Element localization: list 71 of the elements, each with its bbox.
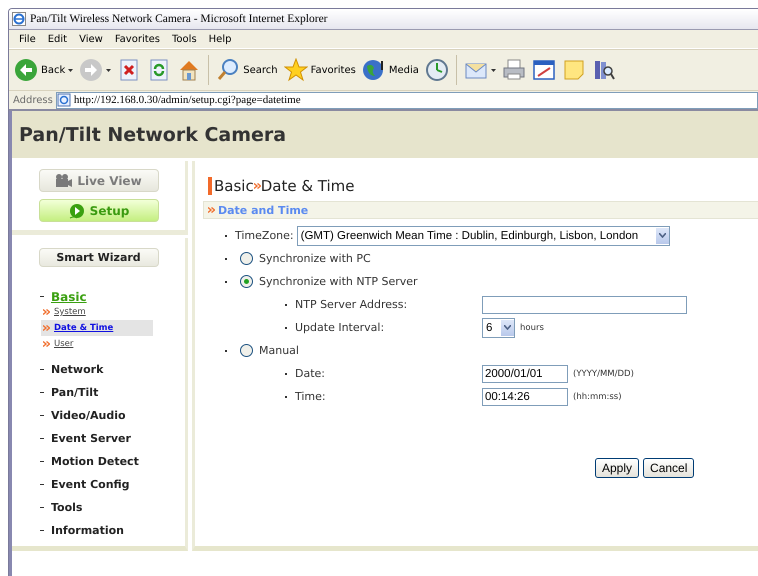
option-label: Synchronize with NTP Server xyxy=(259,275,418,288)
history-clock-icon xyxy=(424,58,449,82)
nav-link[interactable]: Motion Detect xyxy=(51,455,139,468)
nav-link[interactable]: Pan/Tilt xyxy=(51,386,98,399)
accent-bar xyxy=(208,177,212,195)
menu-item[interactable]: Help xyxy=(202,34,238,44)
chevrons-icon xyxy=(254,183,261,189)
caret-icon xyxy=(490,68,496,72)
printer-icon xyxy=(502,58,526,82)
unit-label: hours xyxy=(520,322,544,332)
caret-icon xyxy=(68,68,74,72)
play-circle-icon xyxy=(68,202,86,218)
input-field[interactable]: 2000/01/01 xyxy=(482,364,568,382)
input-field[interactable]: 00:14:26 xyxy=(482,388,568,406)
menu-item[interactable]: File xyxy=(13,34,42,44)
note-icon xyxy=(562,58,586,82)
camera-icon xyxy=(55,172,74,188)
address-field[interactable]: http://192.168.0.30/admin/setup.cgi?page=datetime xyxy=(56,92,758,108)
interval-select[interactable]: 6 xyxy=(482,318,515,338)
smart-wizard-button[interactable]: Smart Wizard xyxy=(38,248,158,267)
option-label: Synchronize with PC xyxy=(259,252,371,265)
subnav-link[interactable]: System xyxy=(41,304,153,320)
breadcrumb-section: Basic xyxy=(214,177,254,195)
option-label: Manual xyxy=(259,344,299,357)
subnav-link[interactable]: Date & Time xyxy=(41,320,153,336)
radio-button[interactable] xyxy=(240,344,253,357)
search-button[interactable]: Search xyxy=(214,54,280,86)
section-header: Date and Time xyxy=(218,204,308,216)
media-button[interactable]: Media xyxy=(360,54,421,86)
nav-link[interactable]: Information xyxy=(51,524,124,537)
radio-button[interactable] xyxy=(240,252,253,265)
timezone-select[interactable]: (GMT) Greenwich Mean Time : Dublin, Edinburgh, Lisbon, London xyxy=(296,226,670,246)
star-icon xyxy=(284,58,308,82)
chevrons-icon xyxy=(43,325,50,331)
cancel-button[interactable]: Cancel xyxy=(643,458,694,478)
field-label: NTP Server Address: xyxy=(295,298,408,311)
chevrons-icon xyxy=(43,341,50,347)
nav-link[interactable]: Tools xyxy=(51,501,82,514)
unit-label: (YYYY/MM/DD) xyxy=(573,368,634,378)
browser-icon xyxy=(12,12,26,26)
page-icon xyxy=(56,93,71,107)
nav-link[interactable]: Event Server xyxy=(51,432,131,445)
caret-icon xyxy=(106,68,112,72)
subnav-link[interactable]: User xyxy=(41,336,153,352)
menu-item[interactable]: Favorites xyxy=(108,34,166,44)
address-label: Address xyxy=(13,94,53,106)
field-label: Update Interval: xyxy=(295,321,384,334)
edit-window-icon xyxy=(532,58,556,82)
nav-link[interactable]: Video/Audio xyxy=(51,409,126,422)
nav-link[interactable]: Event Config xyxy=(51,478,130,491)
apply-button[interactable]: Apply xyxy=(595,458,640,478)
favorites-button[interactable]: Favorites xyxy=(282,54,358,86)
nav-link[interactable]: Network xyxy=(51,363,104,376)
field-label: Date: xyxy=(295,367,325,380)
menu-item[interactable]: Edit xyxy=(42,34,74,44)
menu-item[interactable]: Tools xyxy=(166,34,203,44)
input-field[interactable] xyxy=(482,296,687,314)
app-title: Pan/Tilt Network Camera xyxy=(19,124,286,146)
timezone-label: TimeZone: xyxy=(235,229,294,242)
radio-button[interactable] xyxy=(240,275,253,288)
menu-item[interactable]: View xyxy=(73,34,109,44)
unit-label: (hh:mm:ss) xyxy=(573,392,622,402)
mode-button[interactable]: Live View xyxy=(38,169,158,192)
back-button[interactable]: Back xyxy=(12,54,76,86)
page-title: Date & Time xyxy=(260,177,355,195)
chevrons-icon xyxy=(208,207,215,213)
chevrons-icon xyxy=(43,309,50,315)
field-label: Time: xyxy=(295,390,326,403)
window-title: Pan/Tilt Wireless Network Camera - Microsoft Internet Explorer xyxy=(30,13,328,25)
search-icon xyxy=(216,58,240,82)
globe-icon xyxy=(362,58,386,82)
